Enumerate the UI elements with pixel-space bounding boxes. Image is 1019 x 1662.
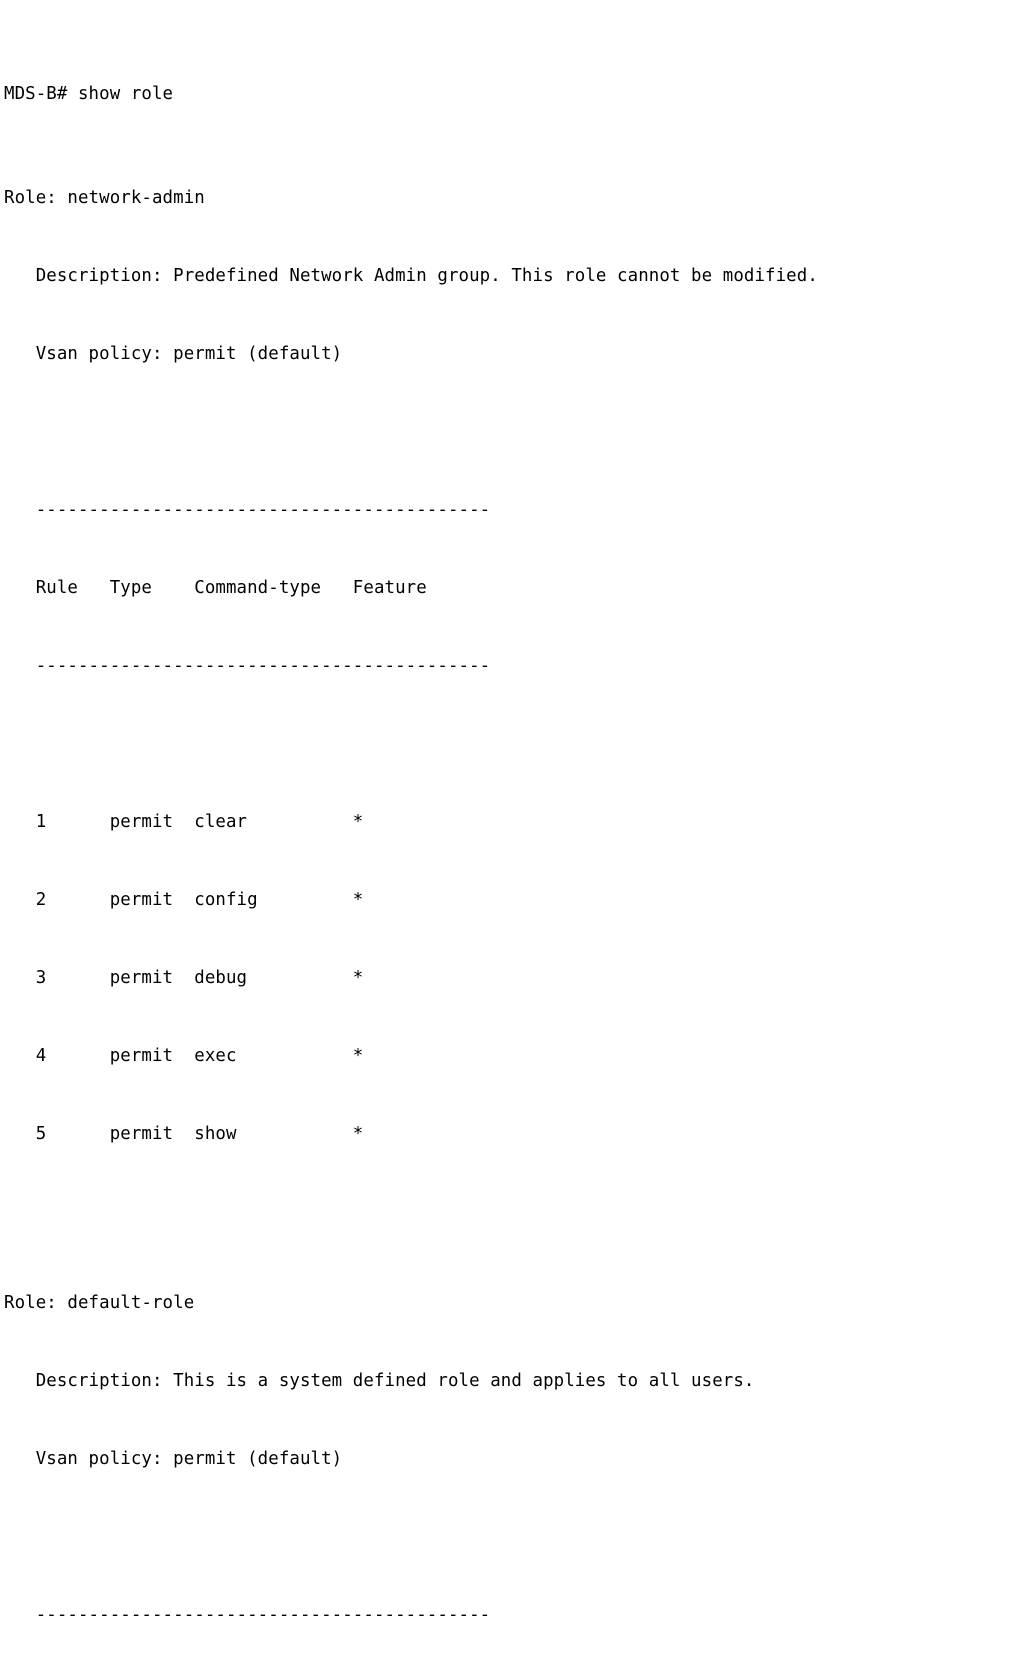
table-row: 4 permit exec * (4, 1046, 364, 1066)
role-header-network-admin: Role: network-admin (4, 188, 205, 208)
table-separator-top-1: ----------------------------------------… (4, 500, 491, 520)
prompt-line: MDS-B# show role (4, 84, 174, 104)
table-row: 2 permit config * (4, 890, 364, 910)
terminal-output: MDS-B# show role Role: network-admin Des… (0, 0, 1019, 1625)
role-description-default-role: Description: This is a system defined ro… (4, 1371, 755, 1391)
role-vsan-policy-network-admin: Vsan policy: permit (default) (4, 344, 343, 364)
role-description-network-admin: Description: Predefined Network Admin gr… (4, 266, 818, 286)
table-row: 1 permit clear * (4, 812, 364, 832)
table-separator-bottom-1: ----------------------------------------… (4, 656, 491, 676)
table-separator-top-2: ----------------------------------------… (4, 1605, 491, 1625)
table-header-row-1: Rule Type Command-type Feature (4, 578, 427, 598)
role-vsan-policy-default-role: Vsan policy: permit (default) (4, 1449, 343, 1469)
table-row: 3 permit debug * (4, 968, 364, 988)
role-header-default-role: Role: default-role (4, 1293, 195, 1313)
table-row: 5 permit show * (4, 1124, 364, 1144)
